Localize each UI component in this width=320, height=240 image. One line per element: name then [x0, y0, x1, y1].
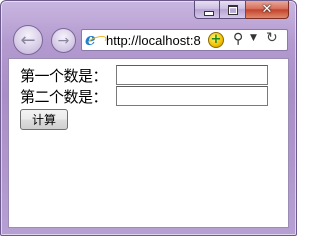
calculate-button[interactable]: 计算 [20, 109, 68, 130]
first-number-label: 第一个数是： [20, 66, 108, 85]
second-number-label: 第二个数是： [20, 87, 108, 106]
ie-logo-icon: e [85, 31, 108, 50]
close-icon: ✕ [261, 2, 273, 17]
second-number-row: 第二个数是： [20, 86, 268, 106]
address-bar[interactable]: e http://localhost:8 + ⚲ ▼ ↻ [81, 29, 288, 51]
arrow-right-icon: → [57, 32, 70, 49]
minimize-button[interactable] [194, 1, 220, 19]
caption-buttons: ✕ [194, 1, 289, 20]
first-number-row: 第一个数是： [20, 65, 268, 85]
url-text[interactable]: http://localhost:8 [106, 32, 204, 49]
page-content: 第一个数是： 第二个数是： 计算 [8, 58, 289, 228]
second-number-input[interactable] [116, 86, 268, 106]
minimize-icon [204, 11, 214, 16]
chevron-down-icon[interactable]: ▼ [250, 33, 257, 43]
compatibility-view-icon[interactable]: + [208, 32, 224, 48]
refresh-icon[interactable]: ↻ [266, 30, 278, 46]
maximize-button[interactable] [220, 1, 246, 19]
close-button[interactable]: ✕ [246, 1, 289, 19]
first-number-input[interactable] [116, 65, 268, 85]
arrow-left-icon: ← [20, 29, 36, 51]
back-button[interactable]: ← [13, 25, 43, 55]
search-icon[interactable]: ⚲ [233, 31, 243, 47]
maximize-icon [228, 5, 238, 15]
browser-window: ✕ ← → e http://localhost:8 + ⚲ ▼ ↻ 第一个数是… [0, 0, 297, 236]
forward-button[interactable]: → [51, 28, 76, 53]
